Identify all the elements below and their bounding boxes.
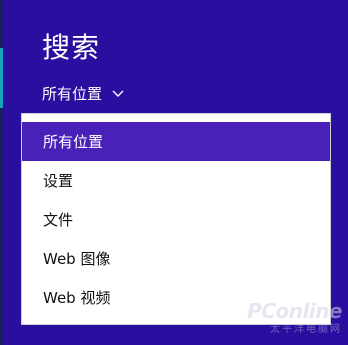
- search-scope-menu: 所有位置 设置 文件 Web 图像 Web 视频: [21, 113, 331, 325]
- scope-option-web-images[interactable]: Web 图像: [22, 239, 330, 278]
- left-edge-strip: [0, 0, 3, 345]
- scope-option-label: 所有位置: [43, 133, 104, 151]
- chevron-down-icon: [112, 90, 124, 97]
- scope-option-all-locations[interactable]: 所有位置: [22, 122, 330, 161]
- search-scope-label: 所有位置: [42, 85, 103, 103]
- scope-option-settings[interactable]: 设置: [22, 161, 330, 200]
- search-scope-dropdown[interactable]: 所有位置: [42, 83, 124, 104]
- scope-option-label: 设置: [43, 172, 74, 190]
- scope-option-label: 文件: [43, 211, 74, 229]
- scope-option-label: Web 视频: [43, 289, 111, 307]
- scope-option-web-videos[interactable]: Web 视频: [22, 278, 330, 317]
- scope-option-files[interactable]: 文件: [22, 200, 330, 239]
- scope-option-label: Web 图像: [43, 250, 111, 268]
- search-title: 搜索: [42, 31, 101, 64]
- left-edge-accent: [0, 48, 3, 108]
